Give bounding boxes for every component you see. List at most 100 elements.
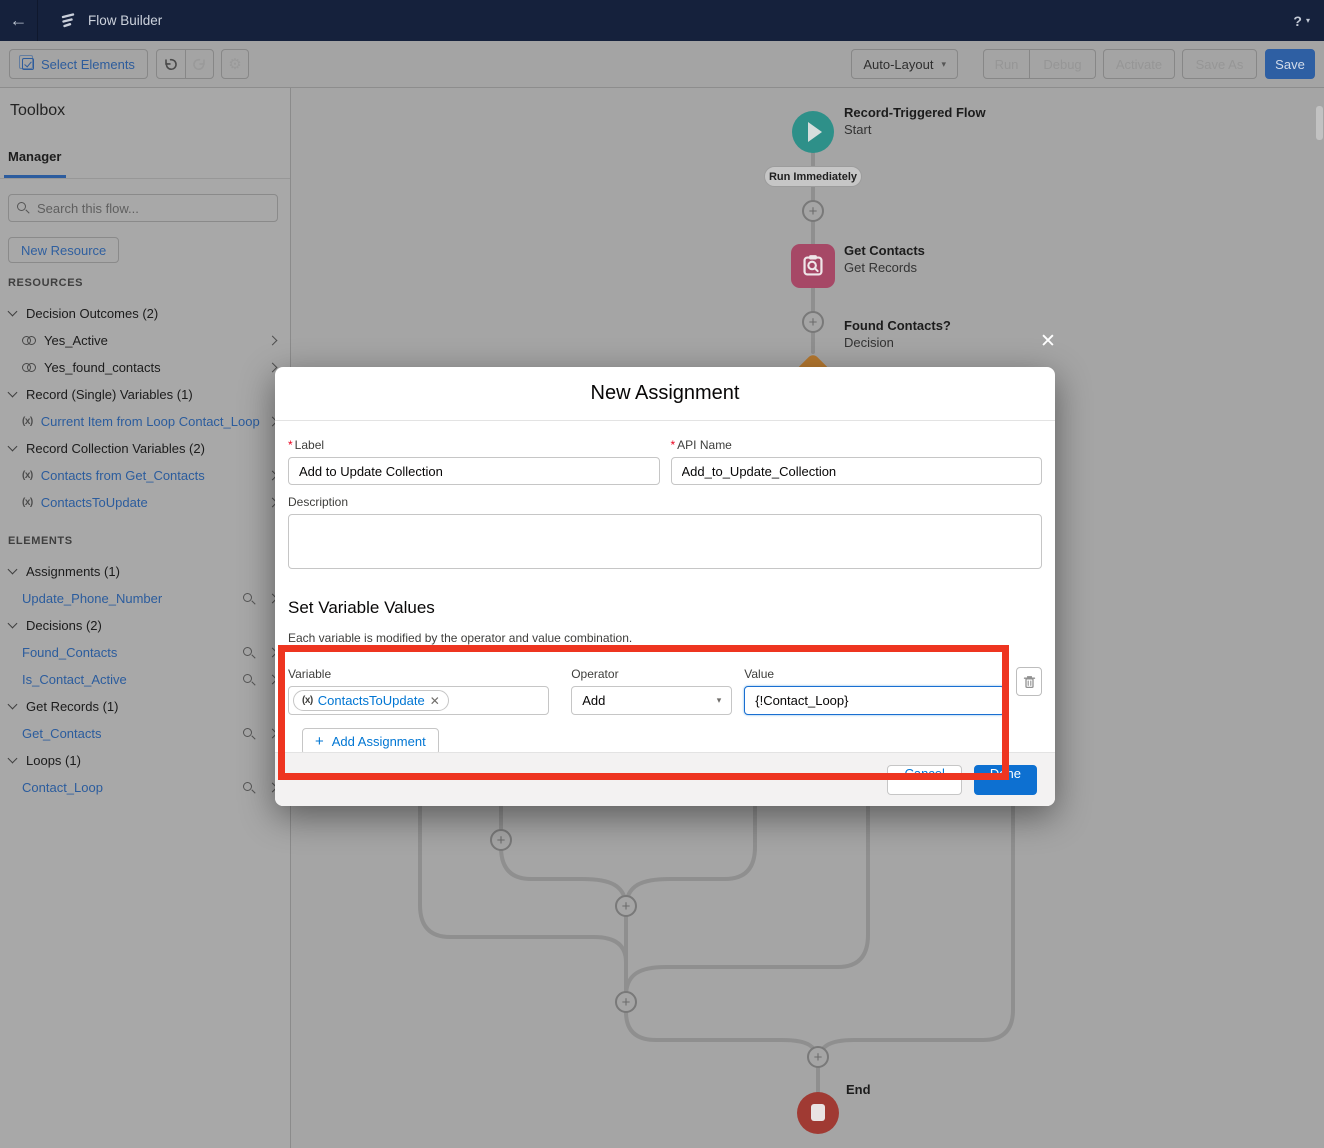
- decision-node-label: Found Contacts? Decision: [844, 318, 951, 350]
- required-asterisk: *: [288, 438, 293, 452]
- add-element-button[interactable]: +: [807, 1046, 829, 1068]
- tree-section-decisions[interactable]: Decisions (2): [0, 612, 290, 639]
- operator-column: Operator Add ▾: [571, 667, 732, 715]
- find-in-canvas-icon[interactable]: [243, 593, 252, 602]
- tree-item-contacts-to-update[interactable]: (x) ContactsToUpdate: [0, 489, 290, 516]
- tree-item-found-contacts[interactable]: Found_Contacts: [0, 639, 290, 666]
- modal-footer: Cancel Done: [275, 752, 1055, 806]
- find-in-canvas-icon[interactable]: [243, 674, 252, 683]
- add-element-button[interactable]: +: [490, 829, 512, 851]
- api-name-input[interactable]: [671, 457, 1043, 485]
- plus-icon: +: [315, 733, 324, 750]
- canvas-scrollbar-thumb[interactable]: [1316, 106, 1323, 140]
- tree-section-record-collection-variables[interactable]: Record Collection Variables (2): [0, 435, 290, 462]
- debug-button[interactable]: Debug: [1030, 49, 1096, 79]
- toolbox-sidebar: Toolbox Manager New Resource RESOURCES D…: [0, 88, 291, 1148]
- description-textarea[interactable]: [288, 514, 1042, 569]
- api-name-field-group: *API Name: [671, 438, 1043, 485]
- save-button[interactable]: Save: [1265, 49, 1315, 79]
- save-as-button[interactable]: Save As: [1182, 49, 1257, 79]
- toolbar-actions: Auto-Layout ▾ Run Debug Activate Save As…: [851, 49, 1315, 79]
- modal-header: New Assignment: [275, 367, 1055, 421]
- label-input[interactable]: [288, 457, 660, 485]
- select-elements-button[interactable]: Select Elements: [9, 49, 148, 79]
- tree-item-get-contacts[interactable]: Get_Contacts: [0, 720, 290, 747]
- add-element-button[interactable]: +: [615, 895, 637, 917]
- required-asterisk: *: [671, 438, 676, 452]
- help-menu[interactable]: ? ▾: [1293, 13, 1310, 29]
- close-icon[interactable]: ✕: [1038, 332, 1058, 352]
- redo-button[interactable]: [185, 50, 213, 78]
- operator-column-label: Operator: [571, 667, 732, 681]
- tree-item-yes-active[interactable]: Yes_Active: [0, 327, 290, 354]
- run-immediately-badge[interactable]: Run Immediately: [764, 166, 862, 187]
- add-element-button[interactable]: +: [615, 991, 637, 1013]
- find-in-canvas-icon[interactable]: [243, 728, 252, 737]
- settings-button[interactable]: ⚙: [221, 49, 249, 79]
- delete-assignment-button[interactable]: [1016, 667, 1042, 696]
- undo-button[interactable]: [157, 50, 185, 78]
- add-element-button[interactable]: +: [802, 200, 824, 222]
- tree-item-update-phone-number[interactable]: Update_Phone_Number: [0, 585, 290, 612]
- variable-combobox[interactable]: (x) ContactsToUpdate ✕: [288, 686, 549, 715]
- modal-title: New Assignment: [591, 382, 740, 405]
- end-node-label: End: [846, 1082, 871, 1097]
- back-arrow-icon[interactable]: ←: [0, 0, 38, 41]
- resources-header: RESOURCES: [0, 277, 290, 289]
- outcome-icon: [22, 363, 36, 372]
- variable-icon: (x): [22, 416, 33, 427]
- active-tab-underline: [4, 175, 66, 178]
- find-in-canvas-icon[interactable]: [243, 782, 252, 791]
- chevron-down-icon: [8, 700, 18, 710]
- variable-icon: (x): [302, 695, 313, 706]
- tree-item-is-contact-active[interactable]: Is_Contact_Active: [0, 666, 290, 693]
- auto-layout-dropdown[interactable]: Auto-Layout ▾: [851, 49, 958, 79]
- value-input[interactable]: [744, 686, 1005, 715]
- variable-pill[interactable]: (x) ContactsToUpdate ✕: [293, 690, 449, 711]
- tree-section-get-records[interactable]: Get Records (1): [0, 693, 290, 720]
- trash-icon: [1023, 675, 1036, 689]
- add-assignment-label: Add Assignment: [332, 734, 426, 749]
- tree-section-decision-outcomes[interactable]: Decision Outcomes (2): [0, 300, 290, 327]
- chevron-right-icon[interactable]: [268, 336, 278, 346]
- operator-select[interactable]: Add ▾: [571, 686, 732, 715]
- tree-section-loops[interactable]: Loops (1): [0, 747, 290, 774]
- start-node[interactable]: [792, 111, 834, 153]
- page-title: Flow Builder: [88, 13, 162, 28]
- help-icon: ?: [1293, 13, 1302, 29]
- add-element-button[interactable]: +: [802, 311, 824, 333]
- undo-icon: [163, 57, 178, 72]
- set-variable-values-description: Each variable is modified by the operato…: [288, 631, 1042, 645]
- tree-section-record-single-variables[interactable]: Record (Single) Variables (1): [0, 381, 290, 408]
- description-field-group: Description: [288, 495, 1042, 574]
- find-in-canvas-icon[interactable]: [243, 647, 252, 656]
- tree-section-assignments[interactable]: Assignments (1): [0, 558, 290, 585]
- chevron-down-icon: ▾: [717, 695, 722, 706]
- done-button[interactable]: Done: [974, 765, 1037, 795]
- tree-item-contacts-from-get-contacts[interactable]: (x) Contacts from Get_Contacts: [0, 462, 290, 489]
- variable-pill-label: ContactsToUpdate: [318, 693, 425, 708]
- tree-item-current-item-loop[interactable]: (x) Current Item from Loop Contact_Loop: [0, 408, 290, 435]
- end-node[interactable]: [797, 1092, 839, 1134]
- select-elements-label: Select Elements: [41, 57, 135, 72]
- run-button[interactable]: Run: [983, 49, 1030, 79]
- chevron-down-icon: [8, 442, 18, 452]
- get-contacts-label: Get Contacts Get Records: [844, 243, 925, 275]
- auto-layout-label: Auto-Layout: [863, 57, 933, 72]
- cancel-button[interactable]: Cancel: [887, 765, 961, 795]
- chevron-down-icon: [8, 307, 18, 317]
- new-assignment-modal: New Assignment *Label *API Name Descript…: [275, 367, 1055, 806]
- modal-body: *Label *API Name Description Set Variabl…: [275, 438, 1055, 755]
- new-resource-button[interactable]: New Resource: [8, 237, 119, 263]
- chevron-down-icon: [8, 619, 18, 629]
- search-input[interactable]: [8, 194, 278, 222]
- tree-item-yes-found-contacts[interactable]: Yes_found_contacts: [0, 354, 290, 381]
- add-assignment-button[interactable]: + Add Assignment: [302, 728, 439, 755]
- elements-tree: Assignments (1) Update_Phone_Number Deci…: [0, 558, 290, 801]
- activate-button[interactable]: Activate: [1103, 49, 1175, 79]
- tree-item-contact-loop[interactable]: Contact_Loop: [0, 774, 290, 801]
- run-debug-group: Run Debug: [983, 49, 1096, 79]
- tab-manager[interactable]: Manager: [8, 149, 61, 164]
- remove-pill-icon[interactable]: ✕: [430, 694, 440, 708]
- get-contacts-node[interactable]: [791, 244, 835, 288]
